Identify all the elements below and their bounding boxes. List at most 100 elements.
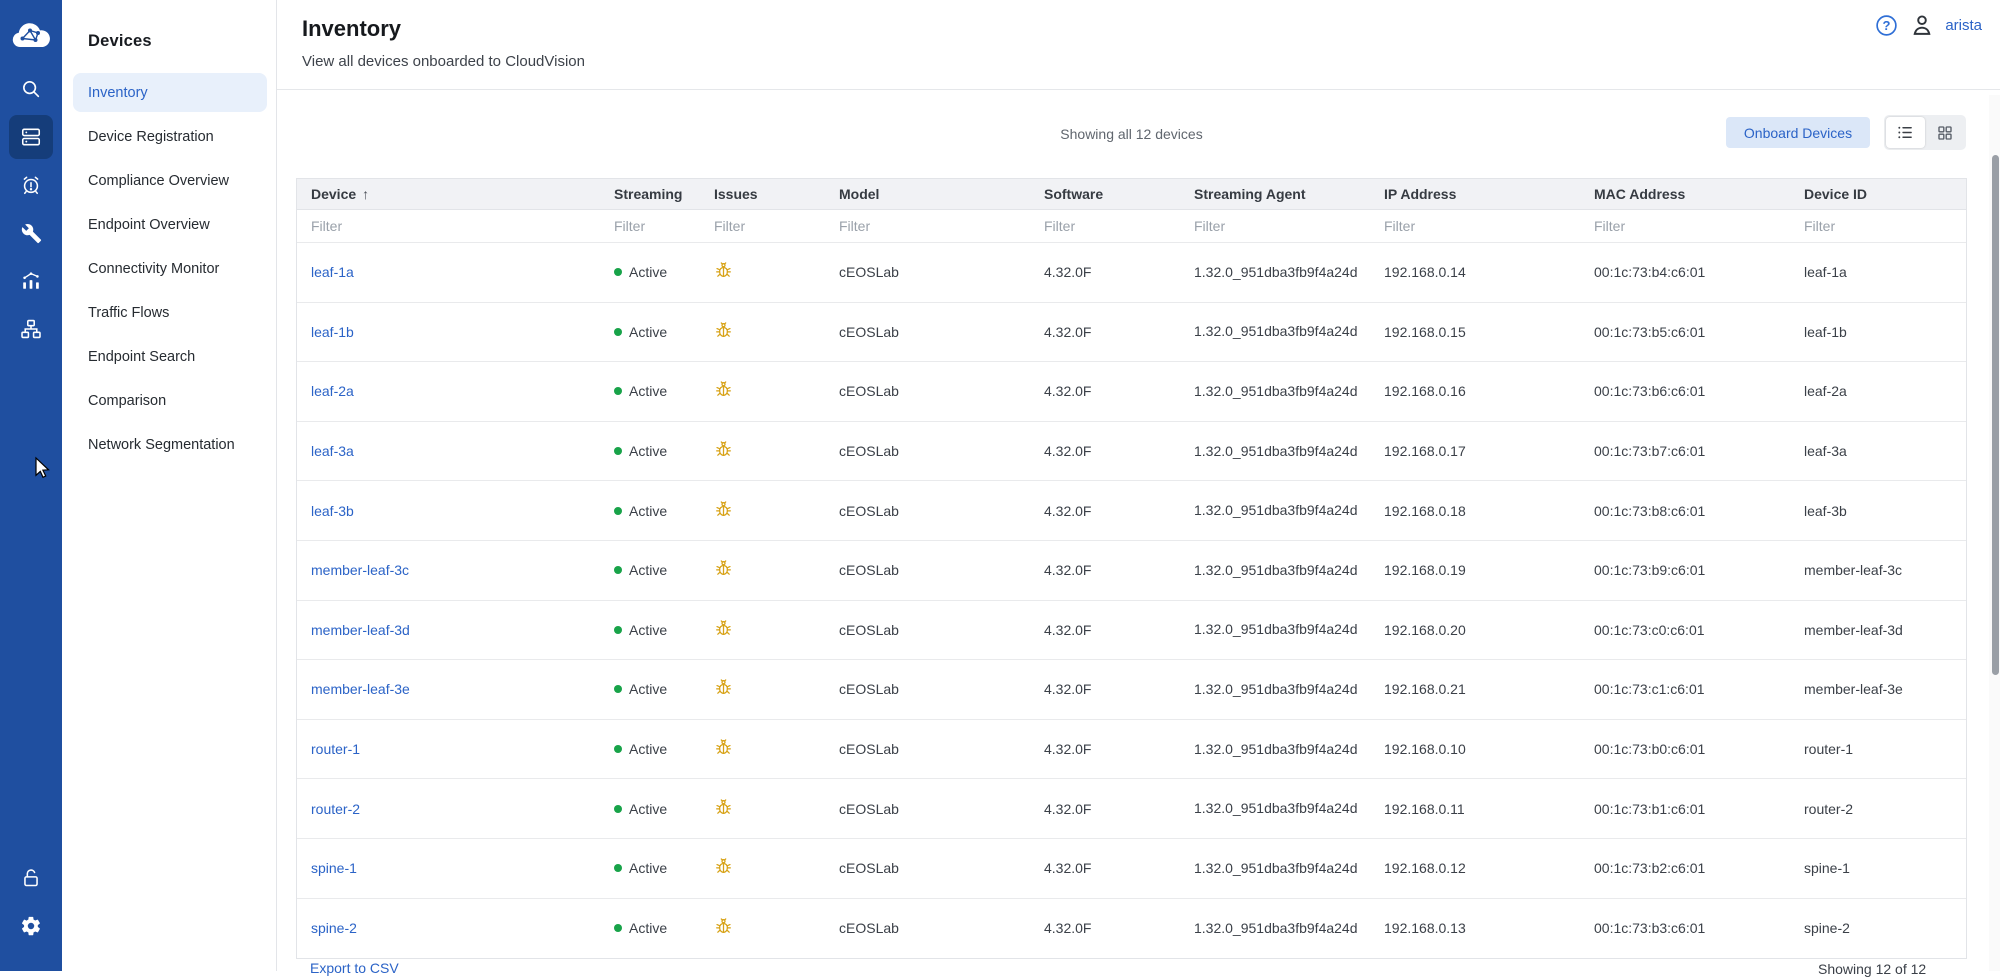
list-view-button[interactable] bbox=[1886, 117, 1925, 148]
filter-input-streaming-agent[interactable]: Filter bbox=[1180, 218, 1370, 234]
table-row: spine-1 Active cEOSLab 4.32.0F 1.32.0_95… bbox=[297, 839, 1966, 899]
bug-issues-icon[interactable] bbox=[714, 917, 733, 936]
device-id-cell: leaf-1b bbox=[1790, 324, 1966, 340]
column-header-streaming[interactable]: Streaming bbox=[600, 186, 700, 202]
topology-icon bbox=[20, 318, 42, 340]
device-link[interactable]: leaf-3b bbox=[311, 503, 354, 519]
model-cell: cEOSLab bbox=[825, 801, 1030, 817]
streaming-status: Active bbox=[629, 503, 667, 519]
sidebar-item-network-segmentation[interactable]: Network Segmentation bbox=[73, 425, 267, 464]
grid-view-button[interactable] bbox=[1925, 117, 1964, 148]
bug-issues-icon[interactable] bbox=[714, 500, 733, 519]
device-link[interactable]: router-1 bbox=[311, 741, 360, 757]
devices-nav-button[interactable] bbox=[9, 115, 53, 159]
streaming-agent-cell: 1.32.0_951dba3fb9f4a24d bbox=[1194, 561, 1370, 580]
bug-issues-icon[interactable] bbox=[714, 738, 733, 757]
sidebar-title: Devices bbox=[88, 32, 152, 51]
sidebar-item-connectivity-monitor[interactable]: Connectivity Monitor bbox=[73, 249, 267, 288]
model-cell: cEOSLab bbox=[825, 503, 1030, 519]
sidebar-item-inventory[interactable]: Inventory bbox=[73, 73, 267, 112]
device-link[interactable]: router-2 bbox=[311, 801, 360, 817]
column-header-device-id[interactable]: Device ID bbox=[1790, 186, 1966, 202]
status-active-dot bbox=[614, 328, 622, 336]
device-link[interactable]: spine-2 bbox=[311, 920, 357, 936]
model-cell: cEOSLab bbox=[825, 920, 1030, 936]
filter-input-mac-address[interactable]: Filter bbox=[1580, 218, 1790, 234]
device-id-cell: leaf-3a bbox=[1790, 443, 1966, 459]
sidebar-item-comparison[interactable]: Comparison bbox=[73, 381, 267, 420]
filter-input-ip-address[interactable]: Filter bbox=[1370, 218, 1580, 234]
table-row: leaf-3a Active cEOSLab 4.32.0F 1.32.0_95… bbox=[297, 422, 1966, 482]
column-header-streaming-agent[interactable]: Streaming Agent bbox=[1180, 186, 1370, 202]
sort-ascending-icon: ↑ bbox=[362, 186, 369, 202]
table-row: leaf-3b Active cEOSLab 4.32.0F 1.32.0_95… bbox=[297, 481, 1966, 541]
software-cell: 4.32.0F bbox=[1030, 681, 1180, 697]
topology-nav-button[interactable] bbox=[9, 307, 53, 351]
filter-input-model[interactable]: Filter bbox=[825, 218, 1030, 234]
ip-address-cell: 192.168.0.11 bbox=[1370, 801, 1580, 817]
table-row: leaf-2a Active cEOSLab 4.32.0F 1.32.0_95… bbox=[297, 362, 1966, 422]
sidebar-item-device-registration[interactable]: Device Registration bbox=[73, 117, 267, 156]
onboard-devices-button[interactable]: Onboard Devices bbox=[1726, 117, 1870, 148]
device-link[interactable]: member-leaf-3c bbox=[311, 562, 409, 578]
device-link[interactable]: leaf-3a bbox=[311, 443, 354, 459]
streaming-status: Active bbox=[629, 801, 667, 817]
column-header-model[interactable]: Model bbox=[825, 186, 1030, 202]
model-cell: cEOSLab bbox=[825, 741, 1030, 757]
device-link[interactable]: leaf-2a bbox=[311, 383, 354, 399]
bug-issues-icon[interactable] bbox=[714, 857, 733, 876]
bug-issues-icon[interactable] bbox=[714, 380, 733, 399]
lock-nav-button[interactable] bbox=[9, 856, 53, 900]
mac-address-cell: 00:1c:73:b0:c6:01 bbox=[1580, 741, 1790, 757]
help-icon[interactable]: ? bbox=[1874, 13, 1899, 38]
device-link[interactable]: member-leaf-3d bbox=[311, 622, 410, 638]
streaming-agent-cell: 1.32.0_951dba3fb9f4a24d bbox=[1194, 501, 1370, 520]
filter-input-software[interactable]: Filter bbox=[1030, 218, 1180, 234]
search-nav-button[interactable] bbox=[9, 67, 53, 111]
bug-issues-icon[interactable] bbox=[714, 440, 733, 459]
status-active-dot bbox=[614, 626, 622, 634]
username-link[interactable]: arista bbox=[1945, 17, 1982, 34]
sidebar-item-traffic-flows[interactable]: Traffic Flows bbox=[73, 293, 267, 332]
sidebar-item-compliance-overview[interactable]: Compliance Overview bbox=[73, 161, 267, 200]
streaming-status: Active bbox=[629, 860, 667, 876]
software-cell: 4.32.0F bbox=[1030, 503, 1180, 519]
sidebar-item-endpoint-overview[interactable]: Endpoint Overview bbox=[73, 205, 267, 244]
column-header-device[interactable]: Device↑ bbox=[297, 186, 600, 202]
sidebar-panel: Devices Inventory Device Registration Co… bbox=[62, 0, 277, 971]
page-subtitle: View all devices onboarded to CloudVisio… bbox=[302, 53, 585, 70]
provisioning-nav-button[interactable] bbox=[9, 211, 53, 255]
device-link[interactable]: member-leaf-3e bbox=[311, 681, 410, 697]
streaming-agent-cell: 1.32.0_951dba3fb9f4a24d bbox=[1194, 382, 1370, 401]
export-csv-link[interactable]: Export to CSV bbox=[310, 960, 399, 976]
bug-issues-icon[interactable] bbox=[714, 798, 733, 817]
device-link[interactable]: spine-1 bbox=[311, 860, 357, 876]
cloudvision-logo[interactable] bbox=[11, 20, 51, 52]
bug-issues-icon[interactable] bbox=[714, 678, 733, 697]
bug-issues-icon[interactable] bbox=[714, 321, 733, 340]
device-link[interactable]: leaf-1a bbox=[311, 264, 354, 280]
bug-issues-icon[interactable] bbox=[714, 559, 733, 578]
device-id-cell: member-leaf-3d bbox=[1790, 622, 1966, 638]
streaming-agent-cell: 1.32.0_951dba3fb9f4a24d bbox=[1194, 799, 1370, 818]
events-nav-button[interactable] bbox=[9, 163, 53, 207]
filter-input-issues[interactable]: Filter bbox=[700, 218, 825, 234]
bug-issues-icon[interactable] bbox=[714, 261, 733, 280]
settings-nav-button[interactable] bbox=[9, 904, 53, 948]
filter-input-device-id[interactable]: Filter bbox=[1790, 218, 1966, 234]
sidebar-item-endpoint-search[interactable]: Endpoint Search bbox=[73, 337, 267, 376]
scrollbar-thumb[interactable] bbox=[1992, 155, 1999, 675]
column-header-issues[interactable]: Issues bbox=[700, 186, 825, 202]
column-header-mac-address[interactable]: MAC Address bbox=[1580, 186, 1790, 202]
filter-input-streaming[interactable]: Filter bbox=[600, 218, 700, 234]
ip-address-cell: 192.168.0.18 bbox=[1370, 503, 1580, 519]
device-link[interactable]: leaf-1b bbox=[311, 324, 354, 340]
table-row: leaf-1b Active cEOSLab 4.32.0F 1.32.0_95… bbox=[297, 303, 1966, 363]
dashboards-nav-button[interactable] bbox=[9, 259, 53, 303]
column-header-software[interactable]: Software bbox=[1030, 186, 1180, 202]
column-header-ip-address[interactable]: IP Address bbox=[1370, 186, 1580, 202]
user-icon[interactable] bbox=[1909, 12, 1935, 38]
bug-issues-icon[interactable] bbox=[714, 619, 733, 638]
filter-input-device[interactable]: Filter bbox=[297, 218, 600, 234]
table-row: member-leaf-3e Active cEOSLab 4.32.0F 1.… bbox=[297, 660, 1966, 720]
